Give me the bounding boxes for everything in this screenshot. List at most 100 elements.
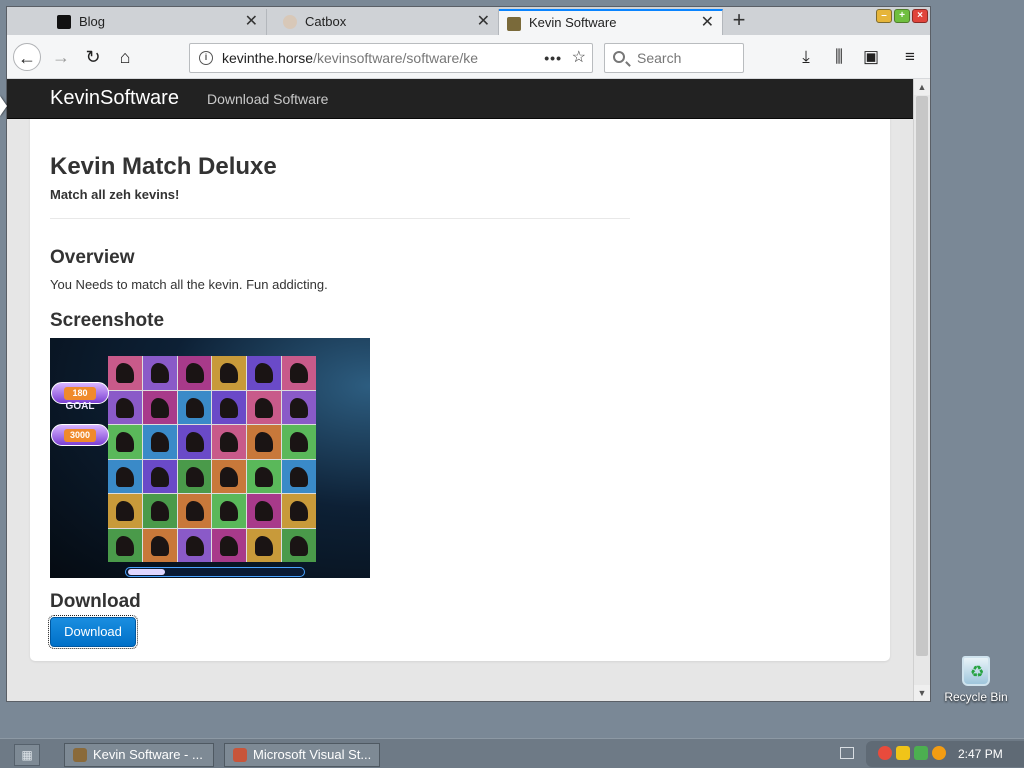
tab-blog[interactable]: Blog ✕	[49, 9, 267, 35]
game-tile	[247, 425, 282, 459]
download-button[interactable]: Download	[48, 615, 138, 649]
visual-studio-icon	[233, 748, 247, 762]
game-tile	[142, 494, 177, 528]
game-tile	[142, 459, 177, 493]
game-tile	[177, 494, 212, 528]
page-viewport: Kevin Match Deluxe Match all zeh kevins!…	[7, 79, 913, 701]
back-icon[interactable]: ←	[13, 43, 41, 71]
site-navbar: KevinSoftware Download Software	[7, 79, 913, 119]
clock[interactable]: 2:47 PM	[958, 739, 1003, 768]
scroll-down-icon[interactable]: ▼	[914, 685, 930, 701]
kevin-favicon-icon	[507, 17, 521, 31]
divider	[50, 218, 630, 219]
game-tile	[177, 390, 212, 424]
recycle-bin[interactable]: Recycle Bin	[936, 656, 1016, 704]
maximize-icon[interactable]: +	[894, 9, 910, 23]
url-host: kevinthe.horse	[222, 50, 314, 66]
task-label: Kevin Software - ...	[93, 747, 203, 762]
tab-label: Catbox	[305, 14, 347, 29]
game-tile	[177, 459, 212, 493]
page-title: Kevin Match Deluxe	[50, 153, 277, 180]
info-icon[interactable]: i	[199, 51, 213, 65]
download-heading: Download	[50, 591, 141, 612]
forward-icon[interactable]: →	[47, 43, 75, 71]
network-icon[interactable]	[914, 746, 928, 760]
game-tile	[108, 356, 142, 390]
tray-app-icon[interactable]	[878, 746, 892, 760]
catbox-favicon-icon	[283, 15, 297, 29]
tab-label: Blog	[79, 14, 106, 29]
tab-catbox[interactable]: Catbox ✕	[275, 9, 499, 35]
start-menu-icon[interactable]: ▦	[14, 744, 40, 766]
tab-bar: Blog ✕ Catbox ✕ Kevin Software ✕ + – + ×	[7, 7, 930, 35]
task-label: Microsoft Visual St...	[253, 747, 372, 762]
firefox-icon	[73, 748, 87, 762]
close-window-icon[interactable]: ×	[912, 9, 928, 23]
downloads-icon[interactable]: ⤓	[792, 43, 820, 71]
taskbar: ▦ Kevin Software - ... Microsoft Visual …	[0, 738, 1024, 768]
game-tile	[177, 528, 212, 562]
nav-toolbar: ← → ↻ ⌂ i kevinthe.horse/kevinsoftware/s…	[7, 35, 930, 79]
url-bar[interactable]: i kevinthe.horse/kevinsoftware/software/…	[189, 43, 593, 73]
site-brand[interactable]: KevinSoftware	[50, 79, 179, 117]
url-path: /kevinsoftware/software/ke	[313, 50, 479, 66]
reload-icon[interactable]: ↻	[79, 43, 107, 71]
game-tile	[142, 390, 177, 424]
game-tile	[247, 356, 282, 390]
page-scrollbar[interactable]: ▲ ▼	[913, 79, 930, 701]
goal-pill: 3000	[51, 424, 109, 446]
game-tile	[212, 356, 247, 390]
page-actions-icon[interactable]: •••	[544, 44, 562, 72]
close-tab-icon[interactable]: ✕	[477, 9, 490, 35]
goal-value: 3000	[64, 429, 96, 442]
game-tile	[282, 528, 316, 562]
game-tile	[142, 528, 177, 562]
game-tile	[212, 494, 247, 528]
game-tile	[212, 459, 247, 493]
game-tile	[212, 425, 247, 459]
menu-icon[interactable]: ≡	[896, 43, 924, 71]
task-visual-studio[interactable]: Microsoft Visual St...	[224, 743, 380, 767]
screenshot-heading: Screenshote	[50, 310, 165, 331]
goal-label: GOAL	[65, 401, 95, 412]
library-icon[interactable]: ⫼	[825, 43, 853, 71]
search-input[interactable]: Search	[604, 43, 744, 73]
recycle-bin-label: Recycle Bin	[944, 690, 1008, 704]
new-tab-icon[interactable]: +	[727, 9, 751, 33]
home-icon[interactable]: ⌂	[111, 43, 139, 71]
nav-download-software[interactable]: Download Software	[207, 79, 328, 119]
game-tile	[142, 356, 177, 390]
game-tile	[142, 425, 177, 459]
game-tile	[247, 390, 282, 424]
search-tray-icon[interactable]	[932, 746, 946, 760]
scroll-up-icon[interactable]: ▲	[914, 79, 930, 95]
search-placeholder: Search	[637, 50, 682, 66]
sidebar-icon[interactable]: ▣	[857, 43, 885, 71]
game-tile	[247, 528, 282, 562]
game-tile	[282, 425, 316, 459]
scroll-thumb[interactable]	[916, 96, 928, 656]
overview-heading: Overview	[50, 247, 135, 268]
tab-kevin-software[interactable]: Kevin Software ✕	[499, 9, 723, 35]
search-icon	[613, 51, 625, 63]
game-tile	[212, 390, 247, 424]
shield-icon[interactable]	[896, 746, 910, 760]
game-tile	[247, 494, 282, 528]
close-tab-icon[interactable]: ✕	[245, 9, 258, 35]
tile-grid	[108, 356, 316, 562]
bookmark-star-icon[interactable]: ☆	[572, 44, 586, 72]
task-kevin-software[interactable]: Kevin Software - ...	[64, 743, 214, 767]
game-tile	[108, 528, 142, 562]
page-subtitle: Match all zeh kevins!	[50, 187, 180, 202]
game-tile	[108, 459, 142, 493]
recycle-bin-icon	[962, 656, 990, 686]
close-tab-icon[interactable]: ✕	[701, 11, 714, 34]
game-screenshot: 180 GOAL 3000	[50, 338, 370, 578]
keyboard-icon[interactable]	[840, 747, 854, 759]
game-tile	[282, 390, 316, 424]
minimize-icon[interactable]: –	[876, 9, 892, 23]
game-tile	[282, 356, 316, 390]
game-tile	[108, 425, 142, 459]
blog-favicon-icon	[57, 15, 71, 29]
score-value: 180	[64, 387, 96, 400]
